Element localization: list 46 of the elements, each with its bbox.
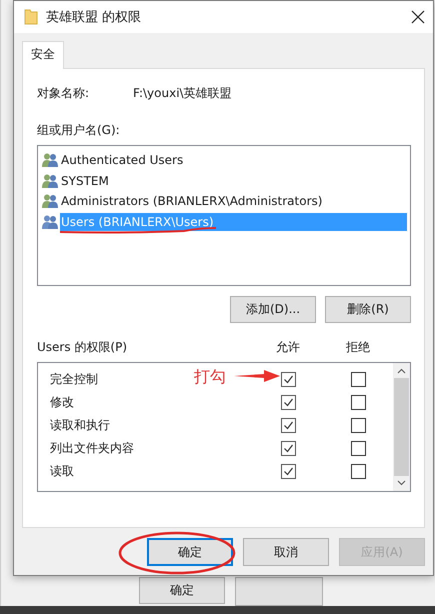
add-button[interactable]: 添加(D)... bbox=[230, 296, 316, 323]
check-icon bbox=[282, 420, 294, 431]
allow-checkbox[interactable] bbox=[280, 464, 296, 479]
scroll-down-icon[interactable] bbox=[397, 480, 406, 486]
deny-checkbox[interactable] bbox=[350, 395, 366, 410]
scroll-up-icon[interactable] bbox=[397, 368, 406, 374]
permission-name: 修改 bbox=[50, 394, 74, 411]
users-icon bbox=[41, 152, 59, 168]
permission-name: 读取 bbox=[50, 463, 74, 480]
scrollbar[interactable] bbox=[393, 363, 410, 491]
users-icon bbox=[41, 193, 59, 210]
column-header: 拒绝 bbox=[345, 339, 371, 356]
check-icon bbox=[282, 443, 294, 454]
permission-name: 完全控制 bbox=[50, 371, 98, 388]
deny-checkbox[interactable] bbox=[350, 464, 366, 479]
allow-checkbox[interactable] bbox=[280, 418, 296, 433]
object-name-value: F:\youxi\英雄联盟 bbox=[133, 85, 232, 102]
tab[interactable]: 安全 bbox=[22, 41, 64, 69]
ok-button[interactable]: 确定 bbox=[139, 577, 225, 604]
check-icon bbox=[282, 374, 294, 385]
column-header: 允许 bbox=[275, 339, 301, 356]
allow-checkbox[interactable] bbox=[280, 395, 296, 410]
permission-name: 列出文件夹内容 bbox=[50, 440, 134, 457]
deny-checkbox[interactable] bbox=[350, 372, 366, 387]
permissions-label: Users 的权限(P) bbox=[37, 339, 128, 356]
cancel-button[interactable]: 取消 bbox=[243, 538, 329, 566]
group-list-item[interactable]: Administrators (BRIANLERX\Administrators) bbox=[60, 192, 324, 210]
groups-label: 组或用户名(G): bbox=[37, 122, 121, 139]
annotation-text: 打勾 bbox=[194, 367, 226, 388]
permission-name: 读取和执行 bbox=[50, 417, 110, 434]
remove-button[interactable]: 删除(R) bbox=[325, 296, 411, 323]
allow-checkbox[interactable] bbox=[280, 372, 296, 387]
window-title: 英雄联盟 的权限 bbox=[46, 9, 142, 26]
check-icon bbox=[282, 397, 294, 408]
deny-checkbox[interactable] bbox=[350, 441, 366, 456]
ok-button[interactable]: 确定 bbox=[147, 538, 233, 566]
users-icon bbox=[41, 172, 59, 189]
allow-checkbox[interactable] bbox=[280, 441, 296, 456]
users-icon bbox=[41, 214, 59, 230]
folder-icon bbox=[24, 9, 38, 25]
deny-checkbox[interactable] bbox=[350, 418, 366, 433]
check-icon bbox=[282, 466, 294, 477]
group-list-item[interactable]: Authenticated Users bbox=[60, 151, 184, 170]
close-icon[interactable] bbox=[411, 10, 425, 24]
group-list-item[interactable]: SYSTEM bbox=[60, 172, 110, 190]
object-name-label: 对象名称: bbox=[37, 85, 90, 102]
